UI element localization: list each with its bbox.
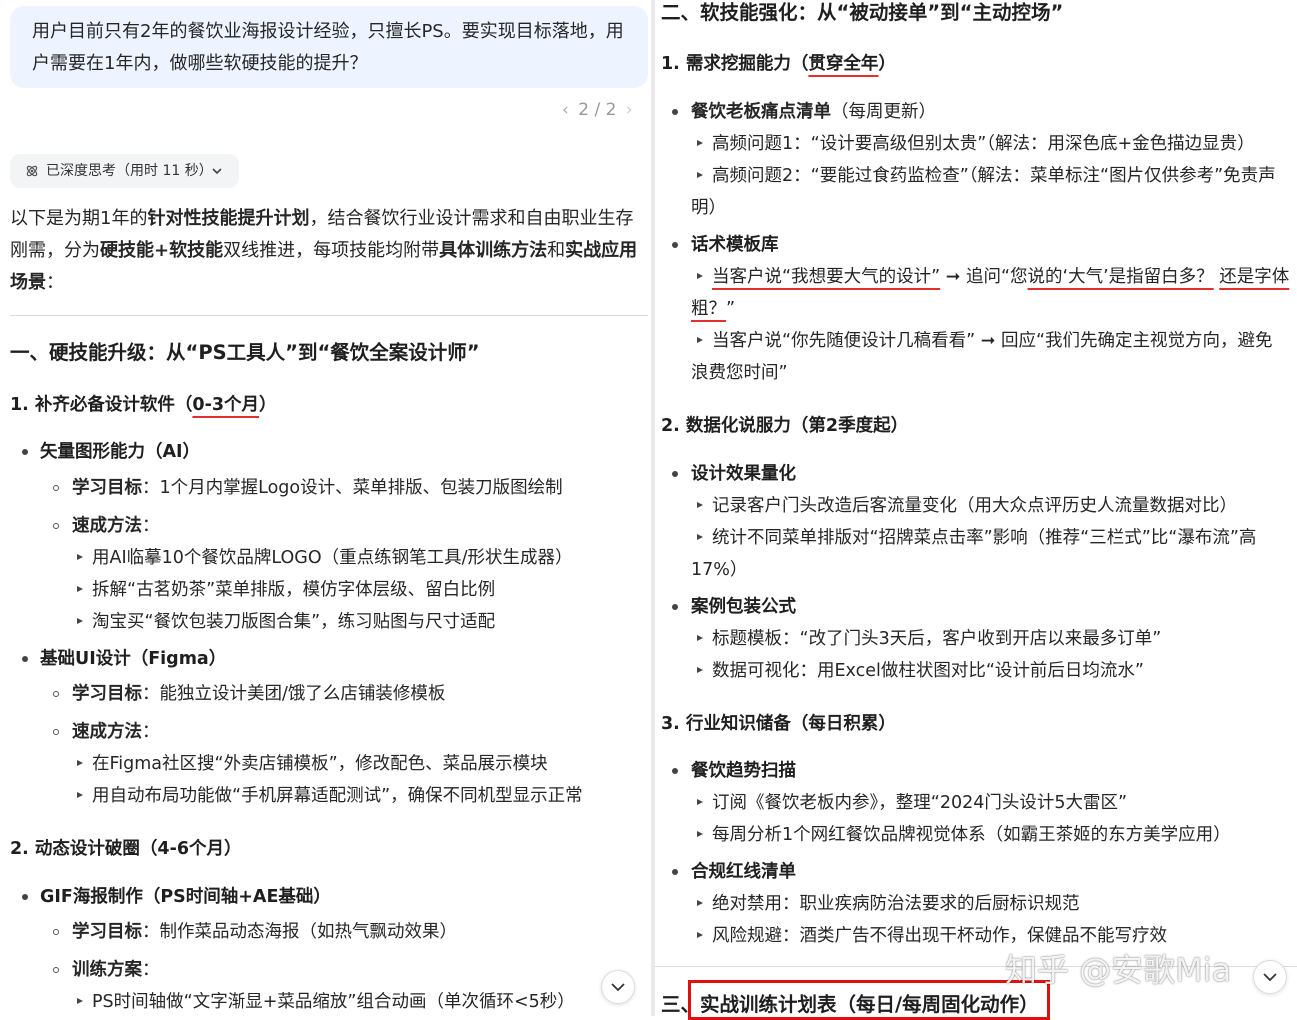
bullet-triangle — [77, 760, 83, 766]
compliance-item: 绝对禁用：职业疾病防治法要求的后厨标识规范 — [712, 894, 1080, 914]
figma-method-label: 速成方法： — [72, 722, 160, 742]
question-line-1: 用户目前只有2年的餐饮业海报设计经验，只擅长PS。要实现目标落地，用 — [32, 21, 624, 42]
compliance-title: 合规红线清单 — [691, 862, 796, 882]
bullet-triangle — [697, 799, 703, 805]
bullet-triangle — [697, 900, 703, 906]
intro-line-3: 场景： — [10, 272, 64, 293]
subsection-2-1-heading: 1. 需求挖掘能力（贯穿全年） — [661, 54, 896, 74]
bullet-triangle — [697, 172, 703, 178]
bullet-circle — [53, 485, 59, 491]
bullet-triangle — [697, 831, 703, 837]
section-divider — [10, 315, 648, 316]
bullet-triangle — [697, 667, 703, 673]
chevron-down-icon — [1263, 973, 1277, 982]
bullet-disc — [672, 471, 678, 477]
zhihu-watermark: 知乎 @安歌Mia — [1005, 951, 1232, 989]
script-item-cont: 浪费您时间” — [691, 363, 788, 383]
atom-icon — [26, 165, 38, 177]
highlight-annotation-box — [688, 980, 1050, 1020]
prev-answer-icon[interactable]: ‹ — [562, 100, 569, 120]
ai-method-item: 淘宝买“餐饮包装刀版图合集”，练习贴图与尺寸适配 — [92, 612, 496, 632]
bullet-disc — [22, 656, 28, 662]
trend-scan-title: 餐饮趋势扫描 — [691, 761, 796, 781]
chevron-down-icon — [212, 168, 222, 175]
bullet-triangle — [697, 534, 703, 540]
pain-point-item: 高频问题2：“要能过食药监检查”（解法：菜单标注“图片仅供参考”免责声 — [712, 166, 1276, 186]
user-question-bubble: 用户目前只有2年的餐饮业海报设计经验，只擅长PS。要实现目标落地，用 户需要在1… — [10, 6, 648, 88]
case-item: 数据可视化：用Excel做柱状图对比“设计前后日均流水” — [712, 661, 1144, 681]
bullet-disc — [672, 604, 678, 610]
figma-method-item: 用自动布局功能做“手机屏幕适配测试”，确保不同机型显示正常 — [92, 786, 583, 806]
bullet-triangle — [697, 932, 703, 938]
bullet-disc — [22, 449, 28, 455]
quantify-title: 设计效果量化 — [691, 464, 796, 484]
subsection-2-2-heading: 2. 数据化说服力（第2季度起） — [661, 416, 909, 436]
bullet-triangle — [697, 140, 703, 146]
script-library-title: 话术模板库 — [691, 235, 779, 255]
quantify-item: 统计不同菜单排版对“招牌菜点击率”影响（推荐“三栏式”比“瀑布流”高 — [712, 528, 1257, 548]
script-item-cont: 粗？” — [691, 299, 736, 319]
scroll-to-bottom-button[interactable] — [1253, 960, 1287, 994]
script-item: 当客户说“我想要大气的设计” ➞ 追问“您说的‘大气’是指留白多？ 还是字体 — [712, 267, 1290, 287]
figma-method-item: 在Figma社区搜“外卖店铺模板”，修改配色、菜品展示模块 — [92, 754, 548, 774]
thinking-chip-label: 已深度思考（用时 11 秒） — [46, 163, 213, 179]
quantify-item: 记录客户门头改造后客流量变化（用大众点评历史人流量数据对比） — [712, 496, 1237, 516]
intro-line-2: 刚需，分为硬技能+软技能双线推进，每项技能均附带具体训练方法和实战应用 — [10, 240, 638, 261]
bullet-circle — [53, 929, 59, 935]
intro-line-1: 以下是为期1年的针对性技能提升计划，结合餐饮行业设计需求和自由职业生存 — [10, 208, 634, 229]
script-item: 当客户说“你先随便设计几稿看看” ➞ 回应“我们先确定主视觉方向，避免 — [712, 331, 1273, 351]
section1-heading: 一、硬技能升级：从“PS工具人”到“餐饮全案设计师” — [10, 341, 480, 364]
pain-points-title: 餐饮老板痛点清单（每周更新） — [691, 102, 936, 122]
bullet-disc — [672, 869, 678, 875]
bullet-triangle — [77, 554, 83, 560]
bullet-triangle — [697, 337, 703, 343]
section2-heading: 二、软技能强化：从“被动接单”到“主动控场” — [661, 1, 1064, 24]
gif-plan-item: PS时间轴做“文字渐显+菜品缩放”组合动画（单次循环<5秒） — [92, 992, 575, 1012]
subsection-2-3-heading: 3. 行业知识储备（每日积累） — [661, 714, 896, 734]
ai-skill-title: 矢量图形能力（AI） — [40, 442, 201, 462]
subsection-1-1-heading: 1. 补齐必备设计软件（0-3个月） — [10, 395, 277, 415]
bullet-triangle — [77, 618, 83, 624]
right-chat-pane: 二、软技能强化：从“被动接单”到“主动控场” 1. 需求挖掘能力（贯穿全年） 餐… — [655, 0, 1297, 1016]
bullet-triangle — [77, 792, 83, 798]
quantify-item-cont: 17%） — [691, 560, 748, 580]
ai-method-item: 用AI临摹10个餐饮品牌LOGO（重点练钢笔工具/形状生成器） — [92, 548, 573, 568]
bullet-triangle — [77, 586, 83, 592]
ai-method-label: 速成方法： — [72, 516, 160, 536]
bullet-circle — [53, 729, 59, 735]
next-answer-icon[interactable]: › — [626, 100, 633, 120]
bullet-circle — [53, 967, 59, 973]
bullet-disc — [22, 894, 28, 900]
bullet-disc — [672, 109, 678, 115]
figma-goal: 学习目标：能独立设计美团/饿了么店铺装修模板 — [72, 684, 446, 704]
scroll-to-bottom-button[interactable] — [601, 970, 635, 1004]
pager-text: 2 / 2 — [578, 100, 617, 120]
case-item: 标题模板：“改了门头3天后，客户收到开店以来最多订单” — [712, 629, 1162, 649]
question-line-2: 户需要在1年内，做哪些软硬技能的提升？ — [32, 53, 368, 74]
bullet-circle — [53, 523, 59, 529]
gif-skill-title: GIF海报制作（PS时间轴+AE基础） — [40, 887, 331, 907]
trend-item: 每周分析1个网红餐饮品牌视觉体系（如霸王茶姬的东方美学应用） — [712, 825, 1231, 845]
bullet-disc — [672, 242, 678, 248]
answer-pager: ‹ 2 / 2 › — [562, 100, 633, 120]
pain-point-item-cont: 明） — [691, 198, 726, 218]
case-formula-title: 案例包装公式 — [691, 597, 796, 617]
bullet-triangle — [697, 502, 703, 508]
gif-goal: 学习目标：制作菜品动态海报（如热气飘动效果） — [72, 922, 457, 942]
left-chat-pane: 用户目前只有2年的餐饮业海报设计经验，只擅长PS。要实现目标落地，用 户需要在1… — [0, 0, 651, 1016]
bullet-circle — [53, 691, 59, 697]
chevron-down-icon — [611, 983, 625, 992]
bullet-disc — [672, 768, 678, 774]
bullet-triangle — [77, 998, 83, 1004]
gif-plan-label: 训练方案： — [72, 960, 160, 980]
ai-method-item: 拆解“古茗奶茶”菜单排版，模仿字体层级、留白比例 — [92, 580, 496, 600]
figma-skill-title: 基础UI设计（Figma） — [40, 649, 227, 669]
bullet-triangle — [697, 273, 703, 279]
pain-point-item: 高频问题1：“设计要高级但别太贵”（解法：用深色底+金色描边显贵） — [712, 134, 1255, 154]
bullet-triangle — [697, 635, 703, 641]
deep-thinking-toggle[interactable]: 已深度思考（用时 11 秒） — [10, 154, 239, 188]
subsection-1-2-heading: 2. 动态设计破圈（4-6个月） — [10, 839, 242, 859]
ai-goal: 学习目标：1个月内掌握Logo设计、菜单排版、包装刀版图绘制 — [72, 478, 563, 498]
trend-item: 订阅《餐饮老板内参》，整理“2024门头设计5大雷区” — [712, 793, 1128, 813]
